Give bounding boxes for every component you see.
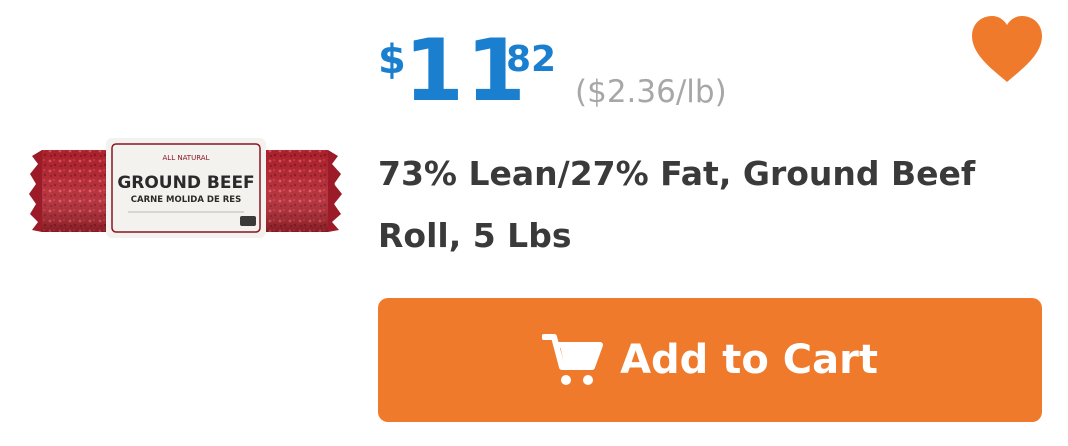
image-label-line1: GROUND BEEF: [117, 173, 254, 193]
add-to-cart-button[interactable]: Add to Cart: [378, 298, 1042, 422]
image-label-line2: CARNE MOLIDA DE RES: [131, 195, 241, 205]
product-title[interactable]: 73% Lean/27% Fat, Ground Beef Roll, 5 Lb…: [378, 143, 1028, 267]
product-card: ALL NATURAL GROUND BEEF CARNE MOLIDA DE …: [0, 0, 1068, 446]
favorite-button[interactable]: [966, 10, 1048, 90]
unit-price: ($2.36/lb): [575, 74, 727, 110]
add-to-cart-label: Add to Cart: [620, 337, 878, 383]
price-cents: 82: [506, 39, 557, 80]
cart-icon: [541, 331, 604, 389]
heart-icon: [972, 16, 1042, 82]
product-image[interactable]: ALL NATURAL GROUND BEEF CARNE MOLIDA DE …: [28, 128, 344, 254]
svg-text:ALL NATURAL: ALL NATURAL: [163, 154, 210, 162]
price-currency: $: [378, 37, 406, 83]
